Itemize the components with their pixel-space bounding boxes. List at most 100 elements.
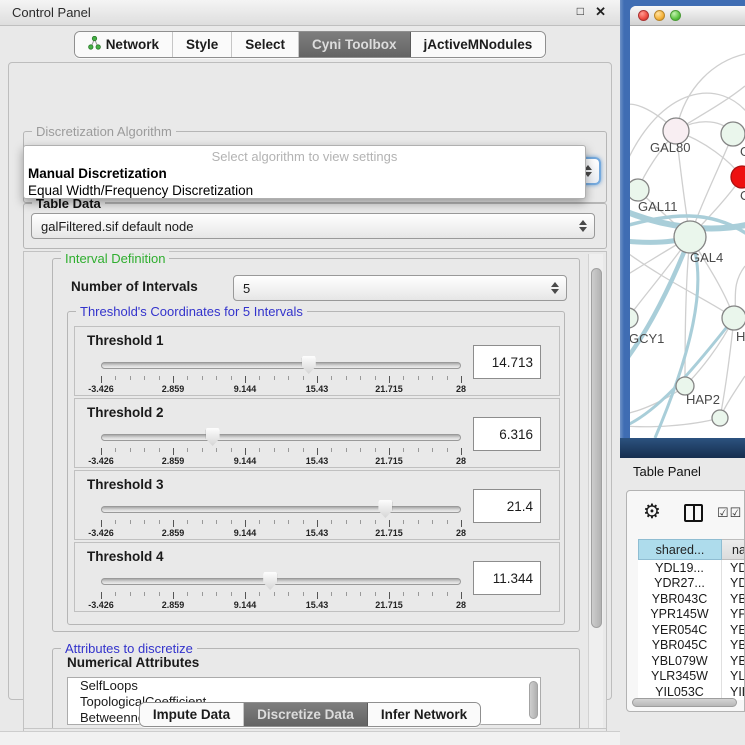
threshold-3-panel: Threshold 3-3.4262.8599.14415.4321.71528… — [74, 470, 560, 540]
dropdown-option-manual-discretization[interactable]: Manual Discretization — [24, 165, 585, 182]
slider-thumb[interactable] — [263, 572, 277, 590]
control-panel-titlebar: Control Panel □ ✕ — [0, 0, 620, 26]
threshold-4-value[interactable]: 11.344 — [473, 561, 541, 595]
network-node[interactable] — [630, 308, 638, 328]
slider-track[interactable] — [101, 434, 461, 441]
table-horizontal-scrollbar[interactable] — [630, 698, 741, 708]
column-header-name[interactable]: na — [722, 539, 745, 560]
network-edge[interactable] — [630, 418, 720, 427]
settings-scrollbar[interactable] — [588, 254, 603, 728]
table-row[interactable]: YER054CYER0 — [638, 622, 745, 638]
checkbox-icons[interactable]: ☑☑ — [717, 505, 742, 521]
slider-thumb[interactable] — [206, 428, 220, 446]
table-row[interactable]: YPR145WYPR1 — [638, 607, 745, 623]
threshold-coordinates-group: Threshold's Coordinates for 5 Intervals … — [67, 311, 565, 625]
threshold-1-slider[interactable] — [101, 357, 461, 375]
network-node[interactable] — [731, 166, 745, 188]
network-edge[interactable] — [676, 54, 745, 131]
threshold-coordinates-title: Threshold's Coordinates for 5 Intervals — [76, 304, 307, 319]
slider-ticks — [101, 520, 461, 528]
network-canvas[interactable]: GAL80GCGAL11GAL4GCY1HHAP2 — [630, 26, 745, 438]
tab-discretize-data[interactable]: Discretize Data — [244, 703, 368, 726]
threshold-2-panel: Threshold 2-3.4262.8599.14415.4321.71528… — [74, 398, 560, 468]
network-node[interactable] — [712, 410, 728, 426]
table-hscrollbar-thumb[interactable] — [632, 698, 737, 707]
cyni-toolbox-panel: Discretization Algorithm Select algorith… — [8, 62, 612, 700]
node-label-g: G — [740, 144, 745, 159]
tab-select[interactable]: Select — [232, 32, 299, 57]
table-panel-header: Table Panel — [620, 458, 745, 488]
node-label-gal4: GAL4 — [690, 250, 723, 265]
stepper-icon — [579, 220, 587, 232]
close-window-icon[interactable]: ✕ — [595, 4, 606, 20]
number-of-intervals-label: Number of Intervals — [71, 279, 198, 294]
network-node[interactable] — [721, 122, 745, 146]
interval-definition-group: Interval Definition Number of Intervals … — [52, 258, 580, 632]
control-panel-tabs: NetworkStyle Select Cyni Toolbox jActiveMNo… — [0, 31, 620, 58]
threshold-4-slider[interactable] — [101, 573, 461, 591]
slider-thumb[interactable] — [302, 356, 316, 374]
slider-tick-labels: -3.4262.8599.14415.4321.71528 — [101, 600, 461, 611]
network-icon — [88, 36, 101, 53]
dropdown-option-equal-width-frequency-discretization[interactable]: Equal Width/Frequency Discretization — [24, 182, 585, 199]
network-node[interactable] — [630, 179, 649, 201]
slider-tick-labels: -3.4262.8599.14415.4321.71528 — [101, 384, 461, 395]
network-window: GAL80GCGAL11GAL4GCY1HHAP2 — [630, 6, 745, 438]
tab-style[interactable]: Style — [173, 32, 232, 57]
numerical-attributes-label: Numerical Attributes — [67, 655, 199, 670]
network-graph[interactable]: GAL80GCGAL11GAL4GCY1HHAP2 — [630, 26, 745, 438]
right-region: GAL80GCGAL11GAL4GCY1HHAP2 Table Panel ⚙ … — [620, 0, 745, 745]
control-panel: Control Panel □ ✕ NetworkStyle Select Cyni… — [0, 0, 620, 745]
column-header-shared-name[interactable]: shared... — [638, 539, 722, 560]
network-window-bottom-bar — [620, 438, 745, 458]
table-panel: ⚙ ☑☑ shared... na YDL19...YDL1YDR27...YD… — [626, 490, 745, 712]
tab-impute-data[interactable]: Impute Data — [140, 703, 244, 726]
tab-label: Discretize Data — [257, 707, 354, 722]
threshold-label: Threshold 2 — [87, 405, 164, 420]
table-row[interactable]: YDR27...YDR2 — [638, 576, 745, 592]
number-of-intervals-combobox[interactable]: 5 — [233, 275, 567, 301]
slider-ticks — [101, 376, 461, 384]
cyni-mode-tabs: Impute Data Discretize Data Infer Network — [0, 702, 620, 727]
node-label-gal11: GAL11 — [638, 199, 678, 214]
threshold-label: Threshold 3 — [87, 477, 164, 492]
network-node[interactable] — [722, 306, 745, 330]
columns-icon[interactable] — [684, 504, 703, 522]
tab-label: Select — [245, 37, 285, 52]
close-traffic-light-icon[interactable] — [638, 10, 649, 21]
float-window-icon[interactable]: □ — [577, 4, 584, 18]
network-node[interactable] — [674, 221, 706, 253]
table-row[interactable]: YBR043CYBR0 — [638, 591, 745, 607]
slider-track[interactable] — [101, 578, 461, 585]
zoom-traffic-light-icon[interactable] — [670, 10, 681, 21]
settings-scrollbar-thumb[interactable] — [591, 268, 602, 628]
panel-title: Control Panel — [12, 5, 91, 20]
threshold-2-slider[interactable] — [101, 429, 461, 447]
table-row[interactable]: YDL19...YDL1 — [638, 560, 745, 576]
tab-label: Cyni Toolbox — [312, 37, 397, 52]
slider-thumb[interactable] — [378, 500, 392, 518]
threshold-3-slider[interactable] — [101, 501, 461, 519]
tab-network[interactable]: Network — [75, 32, 173, 57]
node-label-gcy1: GCY1 — [630, 331, 664, 346]
attribute-item-selfloops[interactable]: SelfLoops — [68, 678, 540, 694]
interval-definition-title: Interval Definition — [61, 251, 169, 266]
threshold-label: Threshold 1 — [87, 333, 164, 348]
threshold-2-value[interactable]: 6.316 — [473, 417, 541, 451]
minimize-traffic-light-icon[interactable] — [654, 10, 665, 21]
slider-track[interactable] — [101, 362, 461, 369]
table-row[interactable]: YBL079WYBL0 — [638, 653, 745, 669]
table-row[interactable]: YBR045CYBR0 — [638, 638, 745, 654]
table-row[interactable]: YLR345WYLR3 — [638, 669, 745, 685]
slider-track[interactable] — [101, 506, 461, 513]
table-data-value: galFiltered.sif default node — [41, 219, 193, 234]
node-label-c: C — [740, 188, 745, 203]
threshold-3-value[interactable]: 21.4 — [473, 489, 541, 523]
tab-cyni-toolbox[interactable]: Cyni Toolbox — [299, 32, 411, 57]
threshold-1-value[interactable]: 14.713 — [473, 345, 541, 379]
table-data-combobox[interactable]: galFiltered.sif default node — [31, 213, 595, 239]
gear-icon[interactable]: ⚙ — [643, 501, 661, 523]
tab-label: jActiveMNodules — [424, 37, 533, 52]
tab-jactivemnodules[interactable]: jActiveMNodules — [411, 32, 546, 57]
tab-infer-network[interactable]: Infer Network — [368, 703, 480, 726]
